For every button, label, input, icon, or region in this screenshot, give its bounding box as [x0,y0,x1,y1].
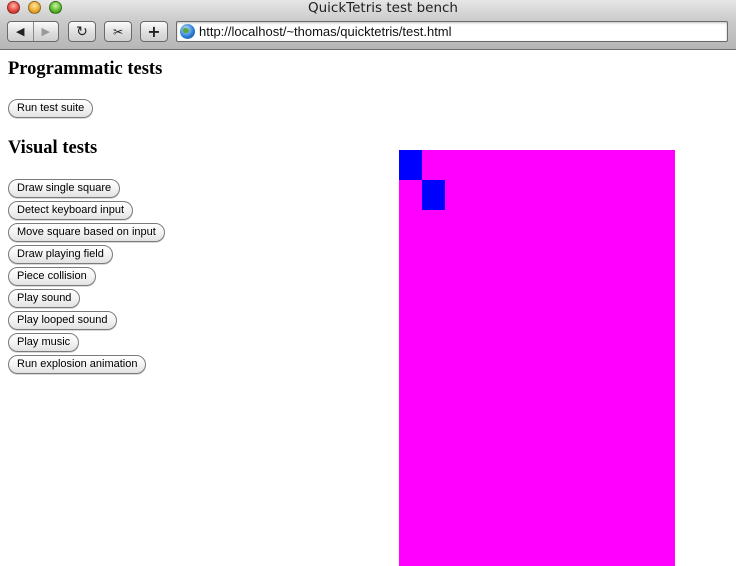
run-test-suite-button[interactable]: Run test suite [8,99,94,118]
move-square-button[interactable]: Move square based on input [8,223,165,242]
play-sound-button[interactable]: Play sound [8,289,81,308]
back-icon[interactable]: ◀ [8,22,33,41]
snapback-icon: ✂ [112,24,124,39]
back-forward-buttons: ◀ ▶ [7,21,59,42]
reload-button[interactable]: ↻ [68,21,96,42]
detect-keyboard-input-button[interactable]: Detect keyboard input [8,201,134,220]
draw-single-square-button[interactable]: Draw single square [8,179,121,198]
run-explosion-animation-button[interactable]: Run explosion animation [8,355,147,374]
programmatic-tests-heading: Programmatic tests [8,59,163,79]
tetris-square [422,180,445,210]
game-canvas[interactable] [399,150,675,566]
forward-icon[interactable]: ▶ [32,22,59,41]
tetris-square [399,150,422,180]
play-music-button[interactable]: Play music [8,333,80,352]
add-bookmark-icon: + [147,22,161,41]
snapback-button[interactable]: ✂ [104,21,132,42]
piece-collision-button[interactable]: Piece collision [8,267,96,286]
draw-playing-field-button[interactable]: Draw playing field [8,245,113,264]
address-bar[interactable]: http://localhost/~thomas/quicktetris/tes… [176,21,728,42]
url-text[interactable]: http://localhost/~thomas/quicktetris/tes… [199,24,452,39]
visual-tests-heading: Visual tests [8,138,98,158]
play-looped-sound-button[interactable]: Play looped sound [8,311,117,330]
window-titlebar: QuickTetris test bench ◀ ▶ ↻ ✂ + http://… [0,0,736,50]
add-bookmark-button[interactable]: + [140,21,168,42]
reload-icon: ↻ [76,23,88,40]
globe-icon [180,24,195,39]
window-title: QuickTetris test bench [308,0,458,16]
